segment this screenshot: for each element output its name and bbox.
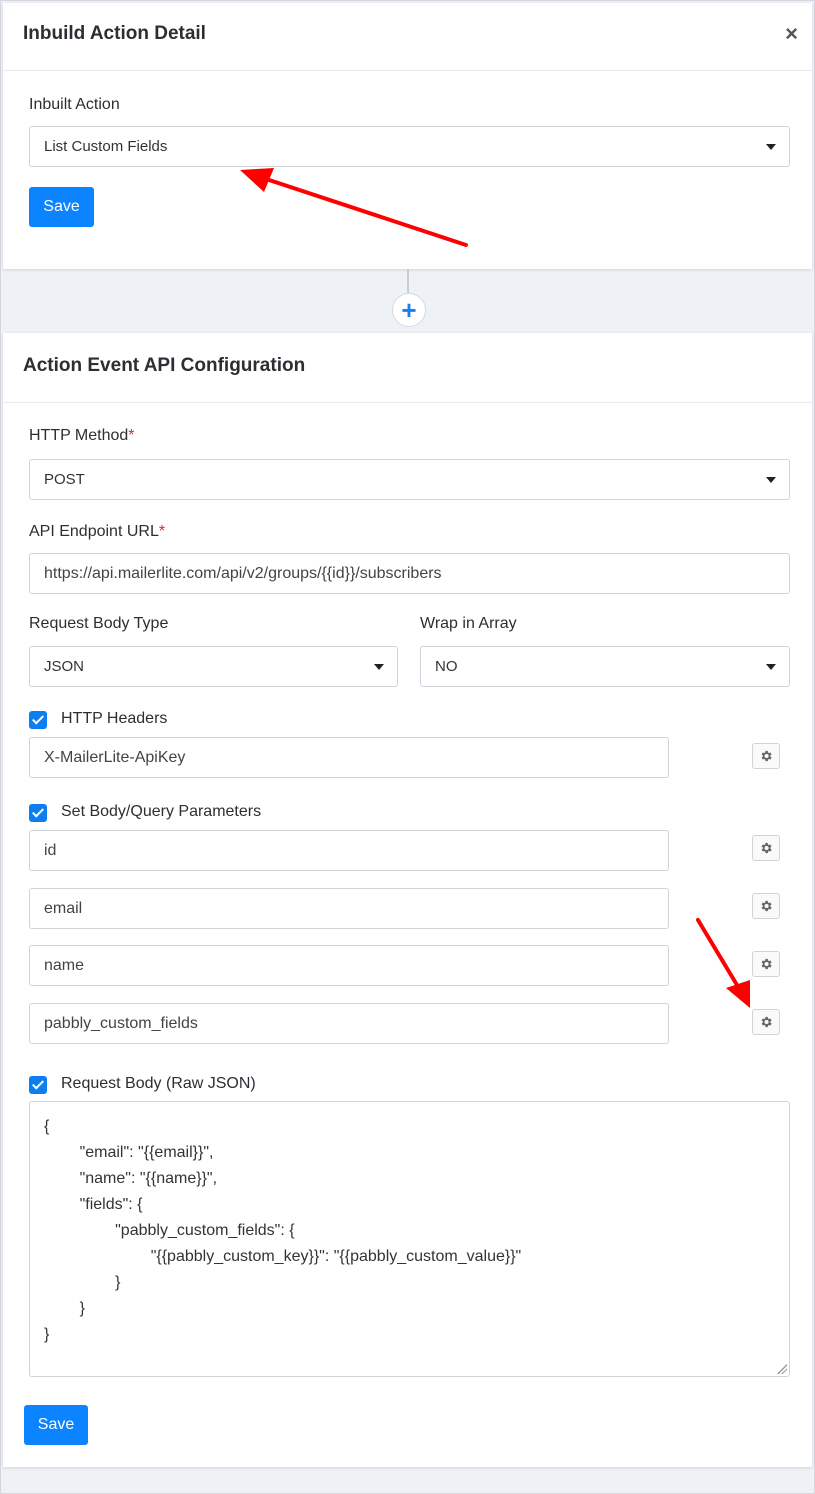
http-headers-label: HTTP Headers bbox=[61, 710, 168, 727]
param-input-custom-fields[interactable]: pabbly_custom_fields bbox=[29, 1003, 669, 1044]
code-line: "pabbly_custom_fields": { bbox=[44, 1222, 295, 1239]
card-title: Inbuild Action Detail bbox=[23, 23, 206, 44]
save-button[interactable]: Save bbox=[24, 1405, 88, 1445]
param-value: id bbox=[44, 841, 57, 859]
gear-icon bbox=[761, 750, 772, 762]
endpoint-url-value: https://api.mailerlite.com/api/v2/groups… bbox=[44, 564, 442, 582]
http-method-value: POST bbox=[44, 471, 85, 488]
card-title: Action Event API Configuration bbox=[23, 355, 306, 376]
param-input-email[interactable]: email bbox=[29, 888, 669, 929]
raw-body-label: Request Body (Raw JSON) bbox=[61, 1075, 256, 1092]
endpoint-label: API Endpoint URL* bbox=[29, 523, 166, 540]
gear-icon bbox=[761, 900, 772, 912]
param-value: name bbox=[44, 956, 85, 974]
api-configuration-card: Action Event API Configuration HTTP Meth… bbox=[3, 333, 812, 1467]
http-method-label: HTTP Method* bbox=[29, 427, 135, 444]
required-marker: * bbox=[128, 427, 135, 444]
body-type-select[interactable]: JSON bbox=[29, 646, 398, 687]
code-line: } bbox=[44, 1326, 50, 1343]
card-header: Inbuild Action Detail × bbox=[3, 3, 812, 71]
header-key-input[interactable]: X-MailerLite-ApiKey bbox=[29, 737, 669, 778]
http-method-select[interactable]: POST bbox=[29, 459, 790, 500]
raw-body-checkbox[interactable] bbox=[29, 1076, 47, 1094]
http-headers-checkbox[interactable] bbox=[29, 711, 47, 729]
code-line: { bbox=[44, 1118, 50, 1135]
wrap-array-value: NO bbox=[435, 658, 458, 675]
header-settings-button[interactable] bbox=[752, 743, 780, 769]
body-params-label: Set Body/Query Parameters bbox=[61, 803, 262, 820]
param-input-name[interactable]: name bbox=[29, 945, 669, 986]
gear-icon bbox=[761, 958, 772, 970]
gear-icon bbox=[761, 842, 772, 854]
wrap-array-select[interactable]: NO bbox=[420, 646, 790, 687]
gear-icon bbox=[761, 1016, 772, 1028]
resize-handle[interactable] bbox=[777, 1364, 787, 1374]
param-settings-button[interactable] bbox=[752, 1009, 780, 1035]
code-line: "{{pabbly_custom_key}}": "{{pabbly_custo… bbox=[44, 1248, 522, 1265]
body-params-checkbox[interactable] bbox=[29, 804, 47, 822]
inbuild-action-card: Inbuild Action Detail × Inbuilt Action L… bbox=[3, 3, 812, 269]
code-line: } bbox=[44, 1300, 85, 1317]
close-icon[interactable]: × bbox=[785, 23, 798, 45]
param-value: pabbly_custom_fields bbox=[44, 1014, 198, 1032]
inbuilt-action-select[interactable]: List Custom Fields bbox=[29, 126, 790, 167]
body-type-value: JSON bbox=[44, 658, 85, 675]
add-step-button[interactable]: + bbox=[392, 293, 426, 327]
param-input-id[interactable]: id bbox=[29, 830, 669, 871]
inbuilt-action-label: Inbuilt Action bbox=[29, 96, 120, 113]
endpoint-url-input[interactable]: https://api.mailerlite.com/api/v2/groups… bbox=[29, 553, 790, 594]
required-marker: * bbox=[158, 523, 166, 540]
header-key-value: X-MailerLite-ApiKey bbox=[44, 748, 186, 766]
code-line: } bbox=[44, 1274, 121, 1291]
card-header: Action Event API Configuration bbox=[3, 333, 812, 403]
param-settings-button[interactable] bbox=[752, 835, 780, 861]
save-button[interactable]: Save bbox=[29, 187, 94, 227]
wrap-array-label: Wrap in Array bbox=[420, 615, 517, 632]
param-settings-button[interactable] bbox=[752, 893, 780, 919]
code-line: "fields": { bbox=[44, 1196, 143, 1213]
param-settings-button[interactable] bbox=[752, 951, 780, 977]
code-line: "email": "{{email}}", bbox=[44, 1144, 214, 1161]
raw-body-textarea[interactable]: { "email": "{{email}}", "name": "{{name}… bbox=[29, 1101, 790, 1377]
param-value: email bbox=[44, 899, 83, 917]
inbuilt-action-value: List Custom Fields bbox=[44, 138, 168, 155]
code-line: "name": "{{name}}", bbox=[44, 1170, 218, 1187]
body-type-label: Request Body Type bbox=[29, 615, 169, 632]
